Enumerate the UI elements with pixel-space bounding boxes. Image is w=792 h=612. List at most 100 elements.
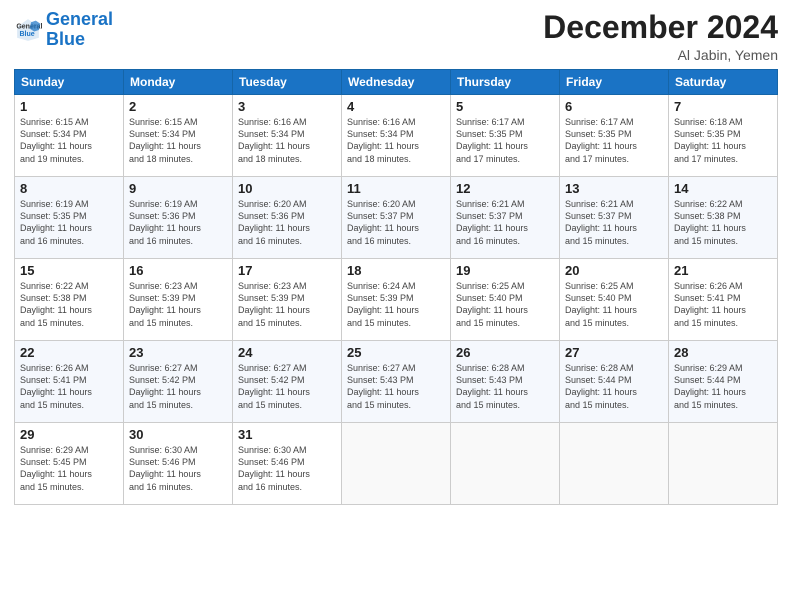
- day-detail: Sunrise: 6:28 AM Sunset: 5:44 PM Dayligh…: [565, 362, 663, 411]
- day-number: 27: [565, 345, 663, 360]
- day-number: 12: [456, 181, 554, 196]
- day-number: 22: [20, 345, 118, 360]
- day-detail: Sunrise: 6:22 AM Sunset: 5:38 PM Dayligh…: [674, 198, 772, 247]
- day-number: 25: [347, 345, 445, 360]
- calendar-cell: 26Sunrise: 6:28 AM Sunset: 5:43 PM Dayli…: [451, 341, 560, 423]
- day-number: 10: [238, 181, 336, 196]
- calendar-cell: 14 Sunrise: 6:22 AM Sunset: 5:38 PM Dayli…: [669, 177, 778, 259]
- day-detail: Sunrise: 6:25 AM Sunset: 5:40 PM Dayligh…: [565, 280, 663, 329]
- day-number: 29: [20, 427, 118, 442]
- day-of-week-header: Saturday: [669, 70, 778, 95]
- calendar-cell: 31 Sunrise: 6:30 AM Sunset: 5:46 PM Dayli…: [233, 423, 342, 505]
- calendar-cell: 30Sunrise: 6:30 AM Sunset: 5:46 PM Dayli…: [124, 423, 233, 505]
- day-detail: Sunrise: 6:24 AM Sunset: 5:39 PM Dayligh…: [347, 280, 445, 329]
- calendar-cell: 10 Sunrise: 6:20 AM Sunset: 5:36 PM Dayli…: [233, 177, 342, 259]
- calendar-cell: 23Sunrise: 6:27 AM Sunset: 5:42 PM Dayli…: [124, 341, 233, 423]
- day-number: 3: [238, 99, 336, 114]
- calendar-cell: 6 Sunrise: 6:17 AM Sunset: 5:35 PM Daylig…: [560, 95, 669, 177]
- calendar-cell: 4 Sunrise: 6:16 AM Sunset: 5:34 PM Daylig…: [342, 95, 451, 177]
- day-of-week-header: Wednesday: [342, 70, 451, 95]
- day-detail: Sunrise: 6:21 AM Sunset: 5:37 PM Dayligh…: [456, 198, 554, 247]
- day-number: 18: [347, 263, 445, 278]
- calendar-cell: 11 Sunrise: 6:20 AM Sunset: 5:37 PM Dayli…: [342, 177, 451, 259]
- day-of-week-header: Friday: [560, 70, 669, 95]
- day-of-week-header: Tuesday: [233, 70, 342, 95]
- day-number: 13: [565, 181, 663, 196]
- day-number: 8: [20, 181, 118, 196]
- day-number: 4: [347, 99, 445, 114]
- calendar-cell: 1 Sunrise: 6:15 AM Sunset: 5:34 PM Daylig…: [15, 95, 124, 177]
- calendar-cell: 22 Sunrise: 6:26 AM Sunset: 5:41 PM Dayli…: [15, 341, 124, 423]
- calendar-cell: 19 Sunrise: 6:25 AM Sunset: 5:40 PM Dayli…: [451, 259, 560, 341]
- day-number: 11: [347, 181, 445, 196]
- day-number: 14: [674, 181, 772, 196]
- calendar-table: SundayMondayTuesdayWednesdayThursdayFrid…: [14, 69, 778, 505]
- day-of-week-header: Monday: [124, 70, 233, 95]
- calendar-cell: 5Sunrise: 6:17 AM Sunset: 5:35 PM Daylig…: [451, 95, 560, 177]
- month-title: December 2024: [543, 10, 778, 45]
- calendar-cell: 17Sunrise: 6:23 AM Sunset: 5:39 PM Dayli…: [233, 259, 342, 341]
- day-detail: Sunrise: 6:18 AM Sunset: 5:35 PM Dayligh…: [674, 116, 772, 165]
- day-detail: Sunrise: 6:26 AM Sunset: 5:41 PM Dayligh…: [20, 362, 118, 411]
- day-detail: Sunrise: 6:17 AM Sunset: 5:35 PM Dayligh…: [565, 116, 663, 165]
- calendar-cell: 24Sunrise: 6:27 AM Sunset: 5:42 PM Dayli…: [233, 341, 342, 423]
- day-detail: Sunrise: 6:19 AM Sunset: 5:35 PM Dayligh…: [20, 198, 118, 247]
- day-detail: Sunrise: 6:16 AM Sunset: 5:34 PM Dayligh…: [347, 116, 445, 165]
- day-detail: Sunrise: 6:29 AM Sunset: 5:45 PM Dayligh…: [20, 444, 118, 493]
- day-detail: Sunrise: 6:25 AM Sunset: 5:40 PM Dayligh…: [456, 280, 554, 329]
- logo-general: General: [46, 9, 113, 29]
- day-detail: Sunrise: 6:26 AM Sunset: 5:41 PM Dayligh…: [674, 280, 772, 329]
- day-detail: Sunrise: 6:28 AM Sunset: 5:43 PM Dayligh…: [456, 362, 554, 411]
- title-block: December 2024 Al Jabin, Yemen: [543, 10, 778, 63]
- day-detail: Sunrise: 6:22 AM Sunset: 5:38 PM Dayligh…: [20, 280, 118, 329]
- day-detail: Sunrise: 6:21 AM Sunset: 5:37 PM Dayligh…: [565, 198, 663, 247]
- day-detail: Sunrise: 6:29 AM Sunset: 5:44 PM Dayligh…: [674, 362, 772, 411]
- day-number: 7: [674, 99, 772, 114]
- calendar-cell: [669, 423, 778, 505]
- calendar-cell: 2 Sunrise: 6:15 AM Sunset: 5:34 PM Daylig…: [124, 95, 233, 177]
- day-detail: Sunrise: 6:23 AM Sunset: 5:39 PM Dayligh…: [238, 280, 336, 329]
- calendar-cell: 15Sunrise: 6:22 AM Sunset: 5:38 PM Dayli…: [15, 259, 124, 341]
- logo: General Blue General Blue: [14, 10, 113, 50]
- logo-blue: Blue: [46, 29, 85, 49]
- day-of-week-header: Sunday: [15, 70, 124, 95]
- day-number: 9: [129, 181, 227, 196]
- location: Al Jabin, Yemen: [543, 47, 778, 63]
- day-number: 28: [674, 345, 772, 360]
- day-number: 19: [456, 263, 554, 278]
- day-detail: Sunrise: 6:20 AM Sunset: 5:37 PM Dayligh…: [347, 198, 445, 247]
- day-number: 31: [238, 427, 336, 442]
- day-detail: Sunrise: 6:30 AM Sunset: 5:46 PM Dayligh…: [238, 444, 336, 493]
- page: General Blue General Blue December 2024 …: [0, 0, 792, 612]
- calendar-cell: 21 Sunrise: 6:26 AM Sunset: 5:41 PM Dayli…: [669, 259, 778, 341]
- calendar-cell: 7 Sunrise: 6:18 AM Sunset: 5:35 PM Daylig…: [669, 95, 778, 177]
- day-number: 16: [129, 263, 227, 278]
- calendar-cell: 16Sunrise: 6:23 AM Sunset: 5:39 PM Dayli…: [124, 259, 233, 341]
- calendar-cell: 28 Sunrise: 6:29 AM Sunset: 5:44 PM Dayli…: [669, 341, 778, 423]
- logo-text: General Blue: [46, 10, 113, 50]
- day-detail: Sunrise: 6:16 AM Sunset: 5:34 PM Dayligh…: [238, 116, 336, 165]
- calendar-cell: 27 Sunrise: 6:28 AM Sunset: 5:44 PM Dayli…: [560, 341, 669, 423]
- day-detail: Sunrise: 6:15 AM Sunset: 5:34 PM Dayligh…: [20, 116, 118, 165]
- calendar-cell: [451, 423, 560, 505]
- header: General Blue General Blue December 2024 …: [14, 10, 778, 63]
- calendar-cell: 9Sunrise: 6:19 AM Sunset: 5:36 PM Daylig…: [124, 177, 233, 259]
- calendar-cell: 13 Sunrise: 6:21 AM Sunset: 5:37 PM Dayli…: [560, 177, 669, 259]
- calendar-cell: 18 Sunrise: 6:24 AM Sunset: 5:39 PM Dayli…: [342, 259, 451, 341]
- day-detail: Sunrise: 6:20 AM Sunset: 5:36 PM Dayligh…: [238, 198, 336, 247]
- calendar-cell: 8 Sunrise: 6:19 AM Sunset: 5:35 PM Daylig…: [15, 177, 124, 259]
- day-number: 1: [20, 99, 118, 114]
- day-number: 6: [565, 99, 663, 114]
- calendar-cell: [560, 423, 669, 505]
- calendar-cell: 25 Sunrise: 6:27 AM Sunset: 5:43 PM Dayli…: [342, 341, 451, 423]
- day-detail: Sunrise: 6:27 AM Sunset: 5:43 PM Dayligh…: [347, 362, 445, 411]
- day-number: 23: [129, 345, 227, 360]
- day-detail: Sunrise: 6:15 AM Sunset: 5:34 PM Dayligh…: [129, 116, 227, 165]
- logo-icon: General Blue: [14, 16, 42, 44]
- calendar-cell: 3 Sunrise: 6:16 AM Sunset: 5:34 PM Daylig…: [233, 95, 342, 177]
- day-number: 21: [674, 263, 772, 278]
- calendar-cell: 12 Sunrise: 6:21 AM Sunset: 5:37 PM Dayli…: [451, 177, 560, 259]
- day-number: 2: [129, 99, 227, 114]
- day-number: 24: [238, 345, 336, 360]
- day-of-week-header: Thursday: [451, 70, 560, 95]
